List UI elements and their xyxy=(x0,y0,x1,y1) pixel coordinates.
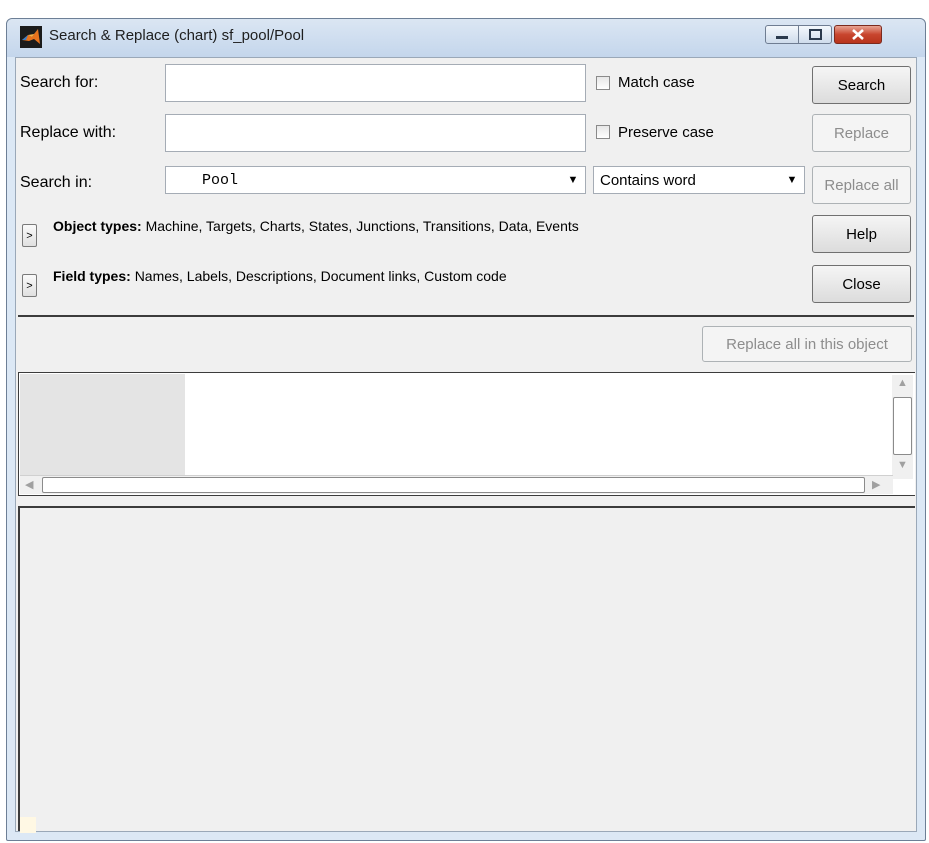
horizontal-scroll-thumb[interactable] xyxy=(42,477,865,493)
search-in-value: Pool xyxy=(202,172,239,189)
object-types-label: Object types: xyxy=(53,218,142,234)
dialog-body: Search for: Match case Search Replace wi… xyxy=(15,57,917,833)
window-title: Search & Replace (chart) sf_pool/Pool xyxy=(49,27,305,44)
search-button[interactable]: Search xyxy=(812,66,911,104)
preserve-case-checkbox[interactable] xyxy=(596,125,610,139)
search-replace-window: Search & Replace (chart) sf_pool/Pool Se… xyxy=(6,18,926,841)
replace-with-label: Replace with: xyxy=(20,124,117,141)
scroll-up-icon[interactable]: ▲ xyxy=(897,377,908,389)
match-case-label: Match case xyxy=(618,74,695,91)
dropdown-arrow-icon: ▼ xyxy=(786,174,798,186)
matlab-logo-icon xyxy=(20,26,42,48)
match-mode-select[interactable]: Contains word ▼ xyxy=(593,166,805,194)
field-types-label: Field types: xyxy=(53,268,131,284)
divider xyxy=(18,315,914,317)
search-for-label: Search for: xyxy=(20,74,99,91)
preserve-case-label: Preserve case xyxy=(618,124,714,141)
details-panel xyxy=(18,506,915,833)
search-in-label: Search in: xyxy=(20,174,93,191)
field-types-row: Field types: Names, Labels, Descriptions… xyxy=(53,268,507,284)
object-types-row: Object types: Machine, Targets, Charts, … xyxy=(53,218,579,234)
results-table[interactable]: ▲ ▼ ◀ ▶ xyxy=(18,372,915,496)
vertical-scrollbar[interactable]: ▲ ▼ xyxy=(892,375,913,479)
object-types-value: Machine, Targets, Charts, States, Juncti… xyxy=(145,218,579,234)
resize-corner xyxy=(20,817,36,833)
replace-all-in-object-button[interactable]: Replace all in this object xyxy=(702,326,912,362)
minimize-button[interactable] xyxy=(765,25,799,44)
search-for-input[interactable] xyxy=(165,64,586,102)
vertical-scroll-thumb[interactable] xyxy=(893,397,912,455)
replace-button[interactable]: Replace xyxy=(812,114,911,152)
close-window-button[interactable] xyxy=(834,25,882,44)
maximize-button[interactable] xyxy=(798,25,832,44)
help-button[interactable]: Help xyxy=(812,215,911,253)
object-types-expander[interactable]: > xyxy=(22,224,37,247)
field-types-expander[interactable]: > xyxy=(22,274,37,297)
scroll-down-icon[interactable]: ▼ xyxy=(897,459,908,471)
field-types-value: Names, Labels, Descriptions, Document li… xyxy=(134,268,507,284)
match-mode-value: Contains word xyxy=(600,172,696,189)
search-in-select[interactable]: Pool ▼ xyxy=(165,166,586,194)
match-case-checkbox[interactable] xyxy=(596,76,610,90)
minimize-icon xyxy=(776,36,788,39)
scroll-left-icon[interactable]: ◀ xyxy=(25,478,33,491)
close-button[interactable]: Close xyxy=(812,265,911,303)
title-bar[interactable]: Search & Replace (chart) sf_pool/Pool xyxy=(7,19,925,57)
close-icon xyxy=(852,29,864,40)
replace-with-input[interactable] xyxy=(165,114,586,152)
maximize-icon xyxy=(809,29,822,40)
dropdown-arrow-icon: ▼ xyxy=(567,174,579,186)
replace-all-button[interactable]: Replace all xyxy=(812,166,911,204)
results-header-column xyxy=(20,374,185,478)
horizontal-scrollbar[interactable]: ◀ ▶ xyxy=(20,475,893,494)
scroll-right-icon[interactable]: ▶ xyxy=(872,478,880,491)
